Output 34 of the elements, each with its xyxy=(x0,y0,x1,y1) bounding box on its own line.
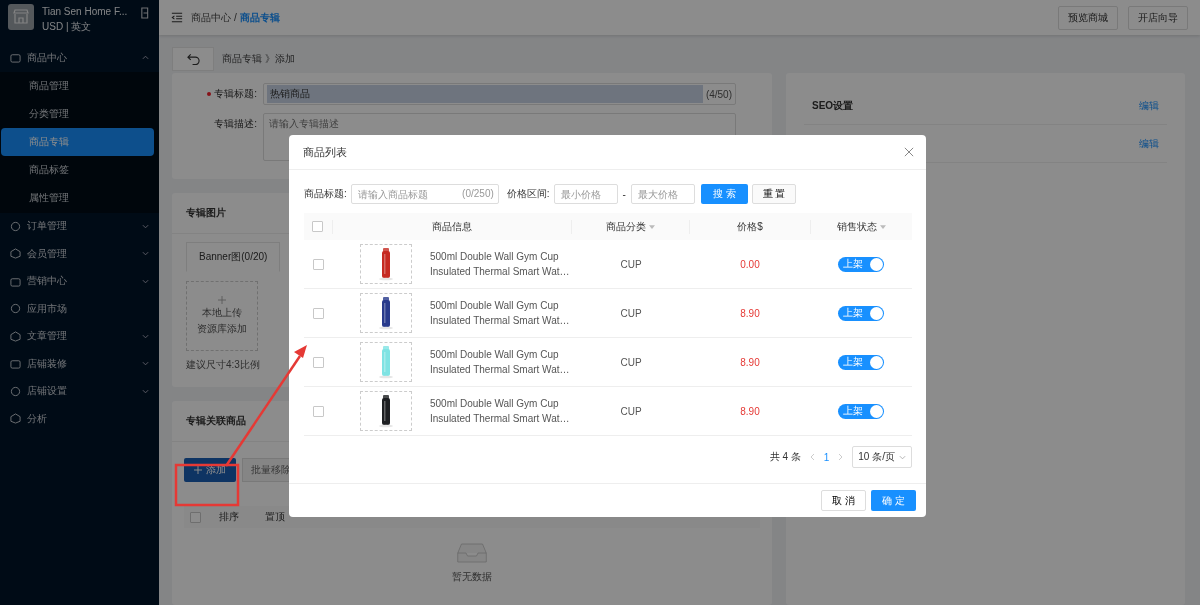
field-label: 专辑描述: xyxy=(214,117,257,131)
page-path: 商品专辑 》添加 xyxy=(222,52,295,66)
dialog-title: 商品列表 xyxy=(303,144,347,160)
column-header: 商品分类 xyxy=(606,219,647,234)
column-header: 销售状态 xyxy=(836,219,877,234)
product-title: 500ml Double Wall Gym Cup xyxy=(430,300,560,311)
price-cell: 8.90 xyxy=(740,405,760,417)
table-cell: CUP xyxy=(620,405,642,417)
total-count: 共 4 条 xyxy=(769,450,801,464)
breadcrumb-item: 商品专辑 xyxy=(239,10,280,25)
seo-label: SEO设置 xyxy=(812,98,854,113)
empty-text: 暂无数据 xyxy=(452,570,492,584)
column-header: 价格$ xyxy=(737,219,763,234)
product-title: Insulated Thermal Smart Wat… xyxy=(430,266,570,277)
column-header: 排序 xyxy=(218,510,240,524)
size-hint: 建议尺寸4:3比例 xyxy=(186,358,260,372)
product-title: 500ml Double Wall Gym Cup xyxy=(430,398,560,409)
product-title: Insulated Thermal Smart Wat… xyxy=(430,315,570,326)
table-cell: CUP xyxy=(620,258,642,270)
field-label: 专辑标题: xyxy=(214,87,257,101)
price-cell: 8.90 xyxy=(740,307,760,319)
currency-language: USD | 英文 xyxy=(42,20,93,34)
column-header: 置顶 xyxy=(264,510,286,524)
product-title: Insulated Thermal Smart Wat… xyxy=(430,413,570,424)
price-cell: 8.90 xyxy=(740,356,760,368)
price-cell: 0.00 xyxy=(740,258,760,270)
breadcrumb-separator: / xyxy=(234,12,237,23)
product-title: 500ml Double Wall Gym Cup xyxy=(430,349,560,360)
table-cell: CUP xyxy=(620,356,642,368)
store-name: Tian Sen Home F... xyxy=(42,6,129,17)
column-header: 商品信息 xyxy=(432,219,472,234)
table-cell: CUP xyxy=(620,307,642,319)
product-title: Insulated Thermal Smart Wat… xyxy=(430,364,570,375)
product-title: 500ml Double Wall Gym Cup xyxy=(430,251,560,262)
